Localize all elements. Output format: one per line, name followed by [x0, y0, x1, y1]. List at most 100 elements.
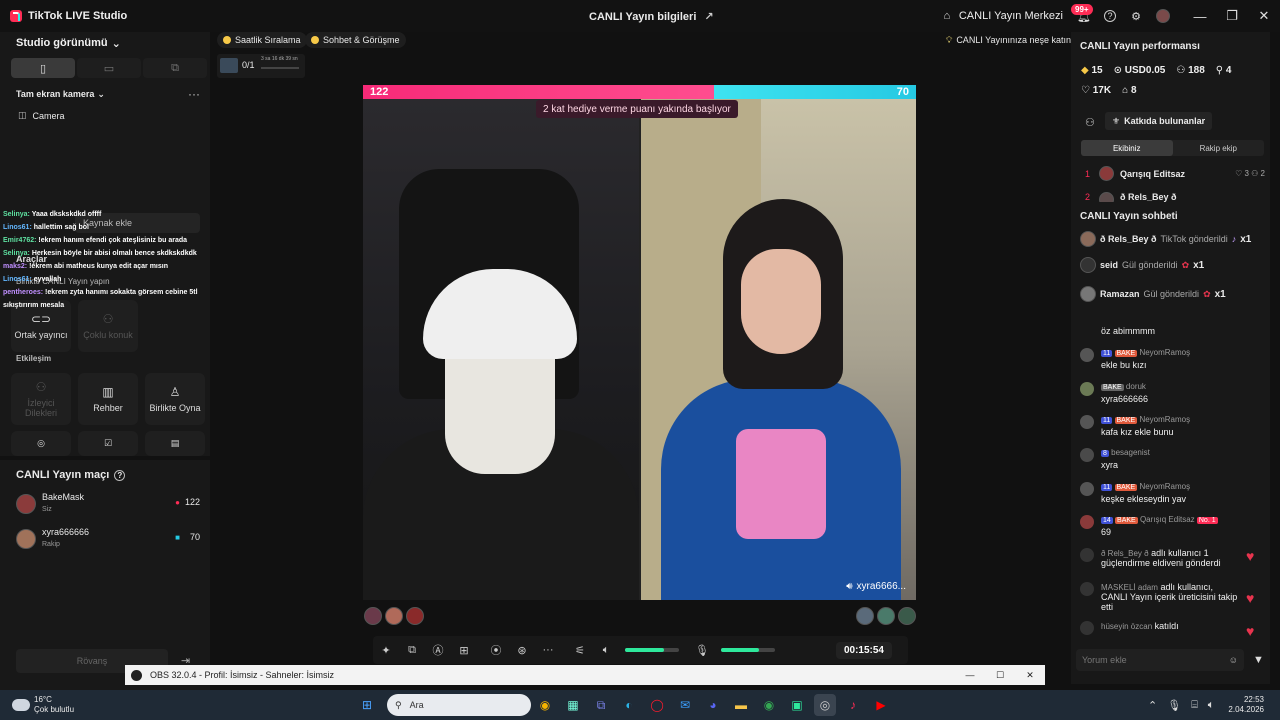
camera-source-item[interactable]: ◫ Camera — [18, 110, 65, 121]
speaker-tray-icon[interactable]: 🔈︎ — [1208, 699, 1215, 712]
clock[interactable]: 22:53 2.04.2026 — [1228, 695, 1264, 715]
obs-taskbar-icon[interactable]: ◎ — [814, 694, 837, 716]
people-icon: ⚇ — [102, 312, 114, 326]
tool-button-a[interactable]: ◎ — [11, 431, 71, 456]
help-icon[interactable]: ? — [1104, 10, 1116, 22]
tool-button-b[interactable]: ☑ — [78, 431, 138, 456]
layout-switcher: ▯ ▭ ⧉ — [11, 58, 207, 78]
obs-close-button[interactable]: ✕ — [1015, 670, 1045, 681]
folder-icon[interactable]: ▬ — [730, 694, 752, 716]
tiktok-taskbar-icon[interactable]: ♪ — [842, 694, 864, 716]
stream-timer: 00:15:54 — [835, 641, 892, 659]
contributor-name: Qarışıq Editsaz — [1120, 168, 1186, 179]
mail-icon[interactable]: ✉ — [674, 694, 696, 716]
live-match-title-text: CANLI Yayın maçı — [16, 469, 110, 481]
app-icon[interactable]: ▣ — [786, 694, 808, 716]
settings-gear-icon[interactable]: ⚙ — [1129, 9, 1143, 23]
live-center-button[interactable]: ⌂ CANLI Yayın Merkezi — [940, 9, 1063, 23]
viewer-wishes-button[interactable]: ⚇ İzleyici Dilekleri — [11, 373, 71, 425]
top-shape — [736, 429, 826, 539]
obs-maximize-button[interactable]: ☐ — [985, 670, 1015, 681]
discord-icon[interactable]: ◕ — [702, 694, 724, 716]
tray-mic-icon[interactable]: 🎙︎ — [1167, 699, 1181, 712]
profile-avatar[interactable] — [1156, 9, 1170, 23]
gift-text: TikTok gönderildi — [1160, 234, 1228, 244]
chat-talk-pill[interactable]: Sohbet & Görüşme — [305, 32, 406, 48]
more-options-icon[interactable]: ··· — [188, 87, 200, 101]
more-icon[interactable]: ··· — [535, 638, 561, 662]
supporter-avatar[interactable] — [856, 607, 874, 625]
ai-icon[interactable]: Ⓐ — [425, 638, 451, 662]
fullscreen-camera-dropdown[interactable]: Tam ekran kamera ⌄ — [16, 89, 105, 100]
chrome-alt-icon[interactable]: ◉ — [758, 694, 780, 716]
youtube-icon[interactable]: ▶ — [870, 694, 892, 716]
send-icon[interactable]: ▼ — [1253, 654, 1264, 666]
shield-icon — [1080, 548, 1094, 562]
adjust-icon[interactable]: ⚟ — [567, 638, 593, 662]
obs-minimize-button[interactable]: — — [955, 670, 985, 680]
hourly-ranking-pill[interactable]: Saatlik Sıralama — [217, 32, 307, 48]
joy-tip-pill[interactable]: 💡︎ CANLI Yayınınıza neşe katın — [940, 32, 1077, 48]
tab-rival-team[interactable]: Rakip ekip — [1173, 140, 1265, 156]
supporter-avatar[interactable] — [898, 607, 916, 625]
tool-button-c[interactable]: ▤ — [145, 431, 205, 456]
effects-icon[interactable]: ⧉ — [399, 638, 425, 662]
tab-your-team[interactable]: Ekibiniz — [1081, 140, 1173, 156]
volume-fill — [625, 648, 664, 652]
network-icon[interactable]: ⌸ — [1191, 699, 1198, 712]
emoji-icon[interactable]: ☺ — [1229, 655, 1238, 665]
file-explorer-icon[interactable]: ▦ — [562, 694, 584, 716]
supporter-avatar[interactable] — [364, 607, 382, 625]
contributors-button[interactable]: ⚜ Katkıda bulunanlar — [1105, 112, 1213, 130]
edge-icon[interactable]: ◐ — [618, 694, 640, 716]
gifter-name: seid — [1100, 260, 1119, 270]
mic-slider[interactable] — [721, 648, 775, 652]
teams-icon[interactable]: ⧉ — [590, 694, 612, 716]
studio-view-dropdown[interactable]: Studio görünümü ⌄ — [16, 37, 121, 50]
notification-badge: 99+ — [1071, 4, 1093, 15]
supporter-avatar[interactable] — [877, 607, 895, 625]
camera-switch-icon[interactable]: ⊛ — [509, 638, 535, 662]
overlay-chat-line: Selinya: Yaaa dkskskdkd offff — [3, 211, 102, 218]
chrome-icon[interactable]: ◉ — [534, 694, 556, 716]
supporter-avatar[interactable] — [385, 607, 403, 625]
comment-input[interactable]: Yorum ekle ☺ — [1076, 649, 1244, 671]
battle-score-bar — [363, 85, 916, 99]
volume-slider[interactable] — [625, 648, 679, 652]
contributor-row[interactable]: 2 ð Rels_Bey ð — [1085, 192, 1265, 202]
close-button[interactable]: ✕ — [1248, 0, 1280, 32]
goal-widget[interactable]: 0/1 3 sa 16 dk 39 sn — [217, 54, 305, 78]
tray-chevron-icon[interactable]: ⌃ — [1148, 699, 1157, 712]
start-icon[interactable]: ⊞ — [356, 694, 378, 716]
mic-icon[interactable]: 🎙︎ — [689, 638, 715, 662]
multi-layout-button[interactable]: ⧉ — [143, 58, 207, 78]
landscape-layout-button[interactable]: ▭ — [77, 58, 141, 78]
contributor-row[interactable]: 1 Qarışıq Editsaz ♡ 3 ⚇ 2 — [1085, 166, 1265, 181]
goal-time: 3 sa 16 dk 39 sn — [261, 56, 298, 62]
play-together-button[interactable]: ♙ Birlikte Oyna — [145, 373, 205, 425]
opera-icon[interactable]: ◯ — [646, 694, 668, 716]
live-info-button[interactable]: CANLI Yayın bilgileri ↗ — [589, 10, 714, 24]
right-team-avatars — [856, 607, 916, 625]
goal-icon — [220, 58, 238, 73]
diamond-icon: ◆ — [1081, 65, 1089, 76]
weather-widget[interactable]: 16°C Çok bulutlu — [34, 695, 74, 715]
volume-icon[interactable]: 🔈︎ — [593, 638, 619, 662]
people-settings-icon[interactable]: ⚇ — [1085, 116, 1095, 129]
info-icon[interactable]: ? — [114, 469, 126, 481]
supporter-avatar[interactable] — [406, 607, 424, 625]
banner-text: 2 kat hediye verme puanı yakında başlıyo… — [543, 103, 731, 115]
maximize-button[interactable]: ❐ — [1216, 0, 1248, 32]
goal-progress — [261, 67, 299, 69]
magic-wand-icon[interactable]: ✦ — [373, 638, 399, 662]
obs-window-bar[interactable]: OBS 32.0.4 - Profil: İsimsiz - Sahneler:… — [125, 665, 1045, 685]
temperature: 16°C — [34, 695, 52, 704]
cyan-score-icon: ■ — [175, 533, 180, 542]
player-avatar — [16, 494, 36, 514]
search-box[interactable]: ⚲ Ara — [387, 694, 532, 716]
record-icon[interactable]: ⦿ — [483, 638, 509, 662]
portrait-layout-button[interactable]: ▯ — [11, 58, 75, 78]
guide-button[interactable]: ▥ Rehber — [78, 373, 138, 425]
minimize-button[interactable]: — — [1184, 0, 1216, 32]
add-frame-icon[interactable]: ⊞ — [451, 638, 477, 662]
